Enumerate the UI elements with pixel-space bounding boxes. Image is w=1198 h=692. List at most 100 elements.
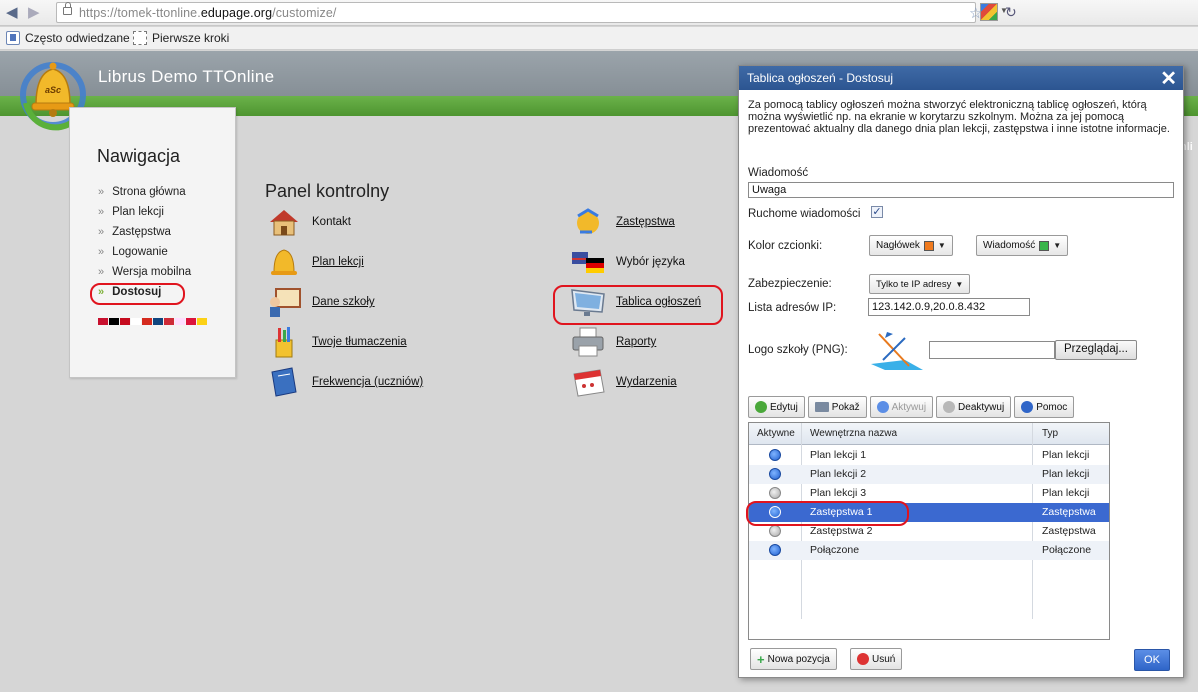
language-flag-icon[interactable]: [197, 318, 207, 325]
substitution-arrows-icon: [570, 206, 606, 238]
nav-item-substitutions[interactable]: » Zastępstwa: [98, 226, 171, 238]
language-flag-icon[interactable]: [98, 318, 108, 325]
tile-label[interactable]: Dane szkoły: [312, 296, 375, 308]
forward-arrow-icon[interactable]: ▶: [28, 3, 40, 21]
column-header-name[interactable]: Wewnętrzna nazwa: [810, 428, 897, 439]
tile-timetable[interactable]: Plan lekcji: [266, 246, 364, 278]
show-button[interactable]: Pokaž: [807, 396, 867, 418]
table-row[interactable]: Połączone Połączone: [749, 541, 1109, 560]
language-flags[interactable]: [98, 318, 207, 325]
header-color-label: Nagłówek: [876, 240, 920, 251]
column-header-active[interactable]: Aktywne: [757, 428, 795, 439]
tile-events[interactable]: Wydarzenia: [570, 366, 677, 398]
help-button[interactable]: Pomoc: [1014, 396, 1075, 418]
bookmark-getting-started[interactable]: Pierwsze kroki: [133, 31, 229, 45]
header-color-swatch: [923, 240, 934, 251]
ok-button[interactable]: OK: [1134, 649, 1170, 671]
logo-file-path-input[interactable]: [929, 341, 1055, 359]
address-bar[interactable]: https://tomek-ttonline.edupage.org/custo…: [56, 2, 1017, 23]
deactivate-icon: [943, 401, 956, 413]
deactivate-button[interactable]: Deaktywuj: [936, 396, 1012, 418]
table-row[interactable]: Plan lekcji 1 Plan lekcji: [749, 446, 1109, 465]
status-icon[interactable]: [769, 449, 781, 461]
control-panel-title: Panel kontrolny: [265, 181, 390, 201]
new-item-button[interactable]: + Nowa pozycja: [750, 648, 837, 670]
language-flag-icon[interactable]: [109, 318, 119, 325]
tile-attendance[interactable]: Frekwencja (uczniów): [266, 366, 423, 398]
tile-language[interactable]: Wybór języka: [570, 246, 685, 278]
close-icon[interactable]: ✕: [1160, 66, 1177, 91]
tile-label[interactable]: Zastępstwa: [616, 216, 675, 228]
edit-button[interactable]: Edytuj: [748, 396, 805, 418]
status-icon[interactable]: [769, 544, 781, 556]
delete-button[interactable]: Usuń: [850, 648, 903, 670]
bookmark-label: Pierwsze kroki: [152, 31, 230, 45]
cell-name: Plan lekcji 2: [810, 468, 867, 480]
nav-item-home[interactable]: » Strona główna: [98, 186, 186, 198]
language-flag-icon[interactable]: [164, 318, 174, 325]
nav-item-mobile[interactable]: » Wersja mobilna: [98, 266, 191, 278]
dialog-titlebar[interactable]: Tablica ogłoszeń - Dostosuj ✕: [739, 66, 1183, 90]
tile-label[interactable]: Frekwencja (uczniów): [312, 376, 423, 388]
chevron-right-icon: »: [98, 266, 105, 278]
lock-icon: [63, 2, 72, 15]
bookmark-most-visited[interactable]: Często odwiedzane: [6, 31, 130, 45]
status-icon[interactable]: [769, 468, 781, 480]
language-flag-icon[interactable]: [186, 318, 196, 325]
message-label: Wiadomość: [748, 167, 809, 179]
tile-contact[interactable]: Kontakt: [266, 206, 351, 238]
flags-icon: [570, 246, 606, 278]
message-color-label: Wiadomość: [983, 240, 1036, 251]
bookmark-label: Często odwiedzane: [25, 31, 130, 45]
language-flag-icon[interactable]: [153, 318, 163, 325]
browser-toolbar: ◀ ▶ https://tomek-ttonline.edupage.org/c…: [0, 0, 1198, 26]
tile-label[interactable]: Plan lekcji: [312, 256, 364, 268]
site-title[interactable]: Librus Demo TTOnline: [98, 67, 274, 87]
dialog-description: Za pomocą tablicy ogłoszeń można stworzy…: [748, 99, 1170, 135]
language-flag-icon[interactable]: [120, 318, 130, 325]
highlight-ring: [553, 285, 723, 325]
browse-button[interactable]: Przeglądaj...: [1055, 340, 1137, 360]
navigation-panel: Nawigacja » Strona główna » Plan lekcji » Z…: [69, 107, 236, 378]
ip-list-input[interactable]: [868, 298, 1030, 316]
security-dropdown[interactable]: Tylko te IP adresy ▼: [869, 274, 971, 294]
message-input[interactable]: [748, 182, 1174, 198]
cell-name: Plan lekcji 3: [810, 487, 867, 499]
tile-label: Wybór języka: [616, 256, 685, 268]
status-icon[interactable]: [769, 487, 781, 499]
house-icon: [266, 206, 302, 238]
table-row[interactable]: Plan lekcji 2 Plan lekcji: [749, 465, 1109, 484]
notebook-icon: [266, 366, 302, 398]
tile-translations[interactable]: Twoje tłumaczenia: [266, 326, 407, 358]
preview-monitor-icon: [814, 402, 829, 412]
language-flag-icon[interactable]: [175, 318, 185, 325]
language-flag-icon[interactable]: [131, 318, 141, 325]
column-header-type[interactable]: Typ: [1042, 428, 1058, 439]
moving-messages-checkbox[interactable]: ✓: [871, 206, 883, 218]
chevron-right-icon: »: [98, 206, 105, 218]
nav-item-login[interactable]: » Logowanie: [98, 246, 168, 258]
cell-type: Zastępstwa: [1042, 506, 1096, 518]
message-color-dropdown[interactable]: Wiadomość ▼: [976, 235, 1069, 256]
language-flag-icon[interactable]: [142, 318, 152, 325]
header-color-dropdown[interactable]: Nagłówek ▼: [869, 235, 953, 256]
moving-messages-label: Ruchome wiadomości: [748, 208, 861, 220]
search-engine-icon[interactable]: [980, 3, 998, 21]
tile-label[interactable]: Raporty: [616, 336, 656, 348]
tile-label: Kontakt: [312, 216, 351, 228]
tile-label[interactable]: Wydarzenia: [616, 376, 677, 388]
cell-name: Połączone: [810, 544, 860, 556]
search-engine-dropdown-icon[interactable]: ▼: [1000, 6, 1008, 15]
navigation-title: Nawigacja: [97, 146, 181, 166]
security-value: Tylko te IP adresy: [876, 278, 952, 290]
tile-reports[interactable]: Raporty: [570, 326, 656, 358]
nav-item-timetable[interactable]: » Plan lekcji: [98, 206, 164, 218]
tile-label[interactable]: Twoje tłumaczenia: [312, 336, 407, 348]
activate-button[interactable]: Aktywuj: [869, 396, 934, 418]
back-arrow-icon[interactable]: ◀: [6, 3, 18, 21]
highlight-ring: [746, 501, 909, 526]
status-icon[interactable]: [769, 525, 781, 537]
tile-substitutions[interactable]: Zastępstwa: [570, 206, 675, 238]
tile-school-data[interactable]: Dane szkoły: [266, 286, 375, 318]
chevron-right-icon: »: [98, 186, 105, 198]
